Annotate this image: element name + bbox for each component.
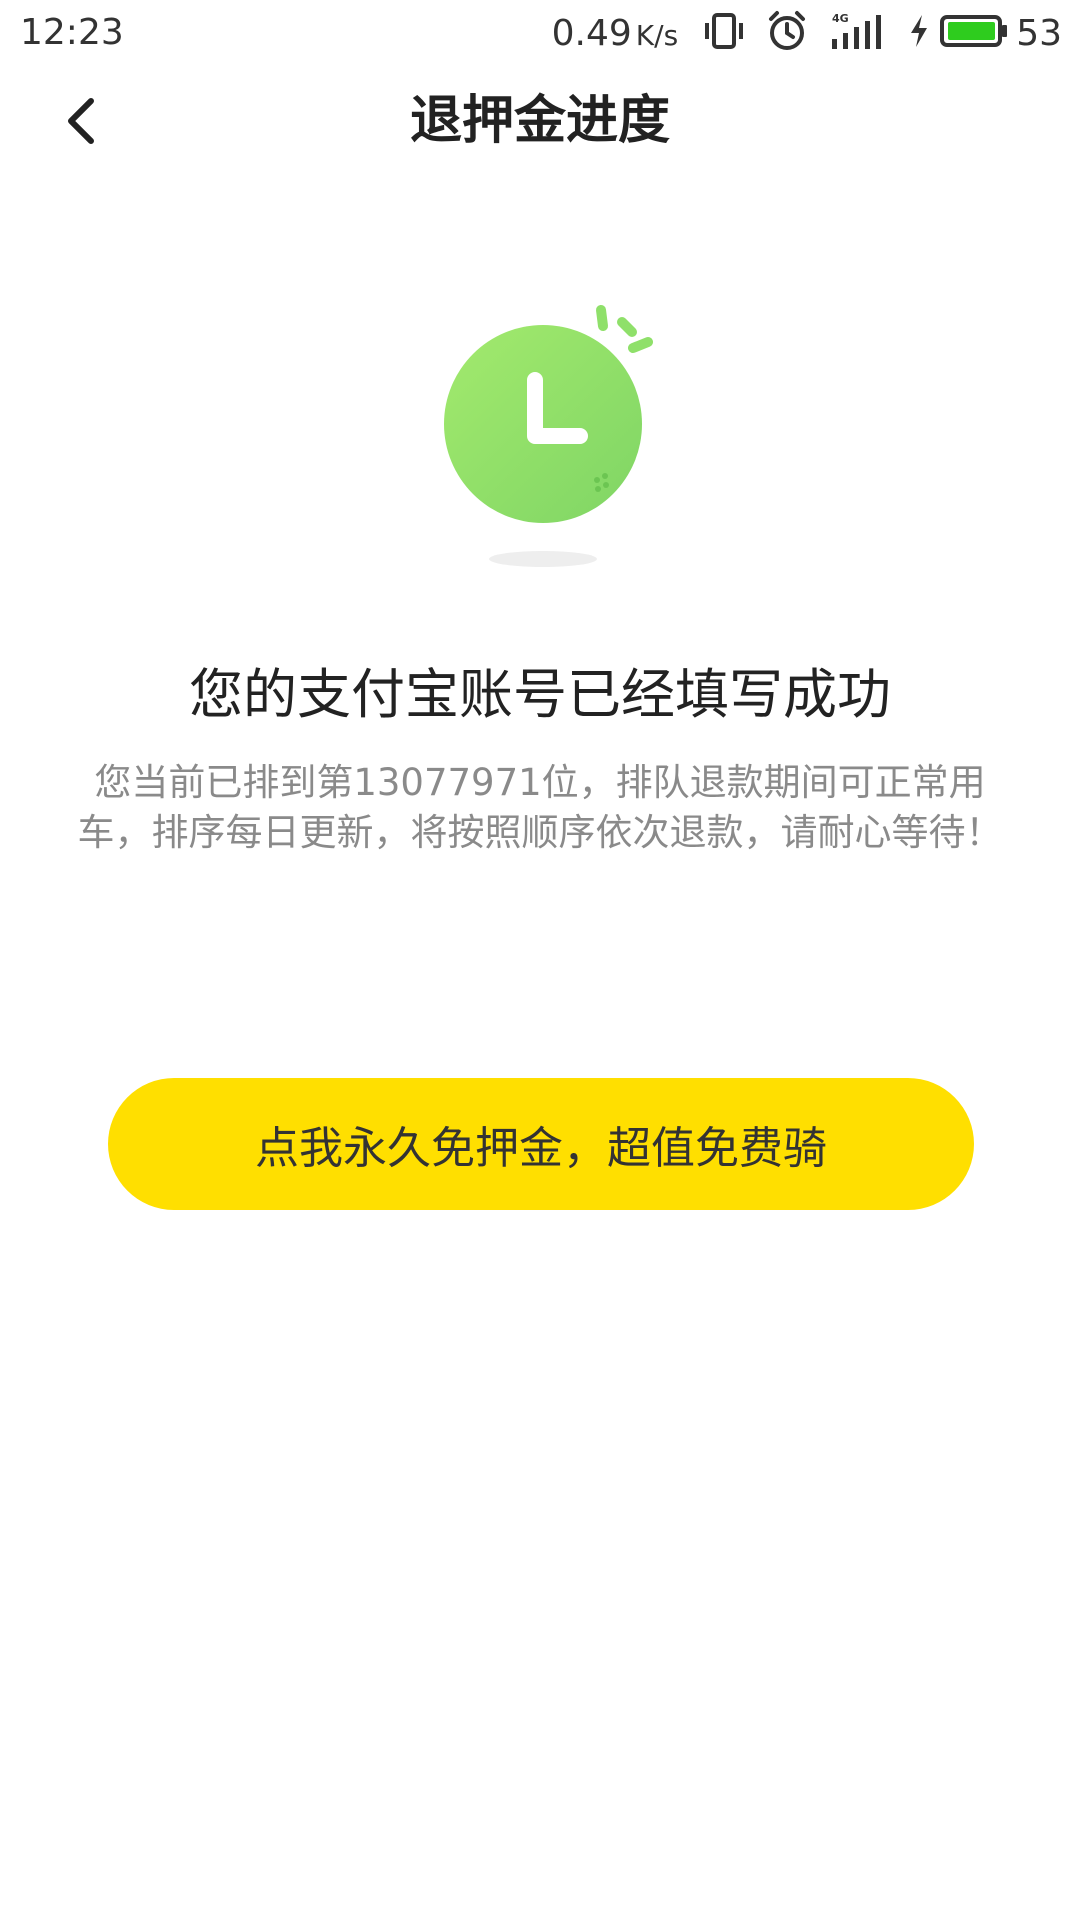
battery-level: 53 (1016, 12, 1062, 54)
page-title: 退押金进度 (409, 91, 670, 151)
net-speed: 0.49 (551, 12, 632, 54)
clock-icon (444, 305, 653, 567)
status-icons: 0.49 K/s 4G 53 (552, 8, 1062, 58)
battery-icon (940, 13, 1008, 53)
nav-bar: 退押金进度 (0, 66, 1080, 176)
alarm-icon (766, 10, 808, 56)
deposit-free-button[interactable]: 点我永久免押金，超值免费骑 (108, 1078, 974, 1210)
clock-illustration (430, 296, 670, 576)
net-speed-unit: K/s (635, 18, 679, 52)
queue-description: 您当前已排到第13077971位，排队退款期间可正常用车，排序每日更新，将按照顺… (77, 761, 1003, 854)
signal-4g-icon: 4G (830, 11, 886, 55)
charging-icon (908, 13, 930, 53)
network-type-label: 4G (832, 12, 849, 25)
status-bar: 12:23 0.49 K/s 4G 53 (0, 0, 1080, 66)
vibrate-icon (704, 11, 744, 55)
success-headline: 您的支付宝账号已经填写成功 (189, 663, 891, 726)
status-time: 12:23 (20, 12, 124, 53)
